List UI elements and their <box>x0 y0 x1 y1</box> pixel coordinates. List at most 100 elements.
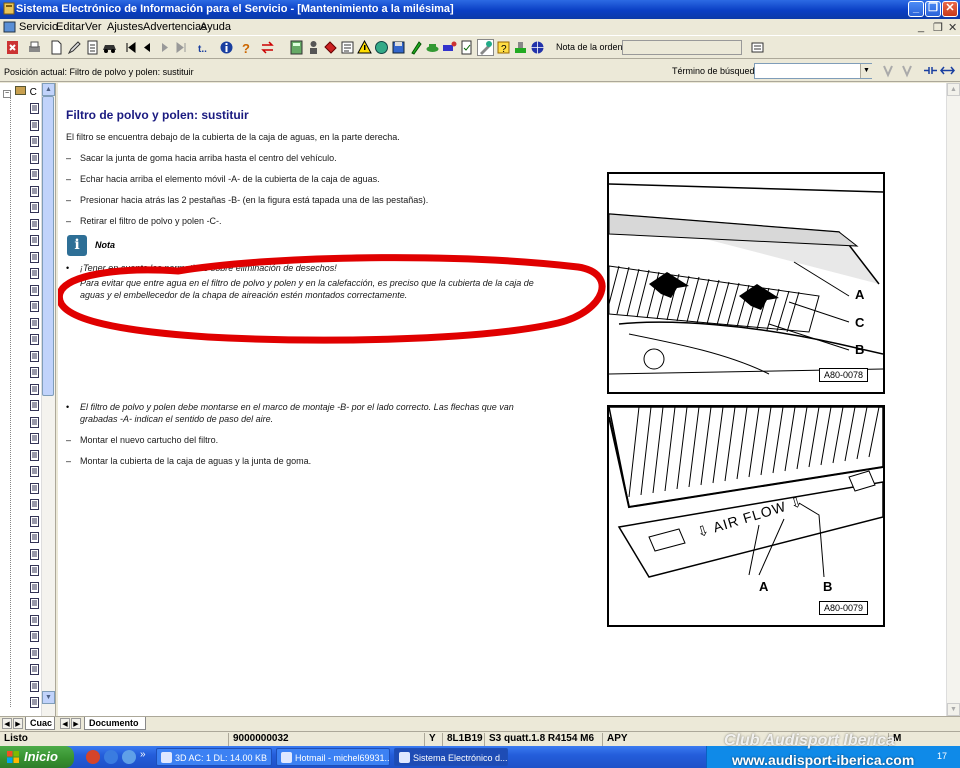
tree-document-icon[interactable] <box>30 350 39 362</box>
tree-document-icon[interactable] <box>30 136 39 147</box>
mdi-restore-button[interactable]: ❐ <box>933 21 943 34</box>
tab-documento[interactable]: Documento <box>84 717 146 730</box>
tree-scroll-up-icon[interactable]: ▲ <box>42 83 55 96</box>
quicklaunch-more-icon[interactable]: » <box>140 749 146 760</box>
tree-root[interactable]: − C <box>3 86 37 98</box>
tree-document-icon[interactable] <box>30 548 39 560</box>
bottle-icon[interactable] <box>407 39 424 56</box>
vehicle-icon[interactable] <box>424 39 441 56</box>
tree-document-icon[interactable] <box>30 565 39 576</box>
tree-document-icon[interactable] <box>30 647 39 659</box>
print-icon[interactable] <box>26 39 43 56</box>
tree-document-icon[interactable] <box>30 416 39 428</box>
tree-document-icon[interactable] <box>30 169 39 180</box>
tree-document-icon[interactable] <box>30 449 39 461</box>
menu-advertencias[interactable]: Advertencias <box>143 21 207 33</box>
disk-icon[interactable] <box>390 39 407 56</box>
tree-document-icon[interactable] <box>30 103 39 114</box>
document-pane[interactable]: Filtro de polvo y polen: sustituir El fi… <box>58 83 946 716</box>
tree-document-icon[interactable] <box>30 284 39 296</box>
minimize-button[interactable]: _ <box>908 1 924 17</box>
menu-ajustes[interactable]: Ajustes <box>107 21 143 33</box>
edit-icon[interactable] <box>66 39 83 56</box>
tree-document-icon[interactable] <box>30 383 39 395</box>
previous-page-icon[interactable] <box>139 39 156 56</box>
mdi-close-button[interactable]: ✕ <box>948 21 957 34</box>
expand-icon[interactable] <box>939 62 956 79</box>
quicklaunch-ie-icon[interactable] <box>104 750 118 764</box>
tree-document-icon[interactable] <box>30 317 39 329</box>
tree-document-icon[interactable] <box>30 515 39 527</box>
tree-document-icon[interactable] <box>30 466 39 477</box>
document-scrollbar[interactable]: ▲ ▼ <box>946 83 960 716</box>
last-page-icon[interactable] <box>173 39 190 56</box>
new-document-icon[interactable] <box>48 39 65 56</box>
form-icon[interactable] <box>339 39 356 56</box>
task-elsa[interactable]: Sistema Electrónico d... <box>394 748 508 766</box>
tools-icon[interactable] <box>477 39 494 56</box>
tree-document-icon[interactable] <box>30 185 39 197</box>
collapse-icon[interactable] <box>922 62 939 79</box>
search-back-icon[interactable] <box>880 62 897 79</box>
checklist-icon[interactable] <box>458 39 475 56</box>
menu-ayuda[interactable]: Ayuda <box>200 21 231 33</box>
tree-document-icon[interactable] <box>30 301 39 312</box>
tree-document-icon[interactable] <box>30 367 39 378</box>
tree-document-icon[interactable] <box>30 680 39 692</box>
globe-icon[interactable] <box>373 39 390 56</box>
tree-document-icon[interactable] <box>30 400 39 411</box>
tree-document-icon[interactable] <box>30 202 39 213</box>
quicklaunch-browser-icon[interactable] <box>86 750 100 764</box>
task-hotmail[interactable]: Hotmail - michel69931... <box>276 748 390 766</box>
first-page-icon[interactable] <box>122 39 139 56</box>
tree-document-icon[interactable] <box>30 119 39 131</box>
calculator-icon[interactable] <box>288 39 305 56</box>
tree-document-icon[interactable] <box>30 152 39 164</box>
warning-icon[interactable] <box>356 39 373 56</box>
tree-document-icon[interactable] <box>30 268 39 279</box>
tree-document-icon[interactable] <box>30 218 39 230</box>
tab-cuac[interactable]: Cuac <box>25 717 55 730</box>
tree-document-icon[interactable] <box>30 614 39 626</box>
help-icon[interactable]: ? <box>238 39 255 56</box>
close-button[interactable]: ✕ <box>942 1 958 17</box>
tree-document-icon[interactable] <box>30 598 39 609</box>
tab-scroll-left-icon[interactable]: ◀ <box>2 718 12 729</box>
tree-document-icon[interactable] <box>30 697 39 708</box>
start-button[interactable]: Inicio <box>0 746 74 768</box>
search-input[interactable] <box>754 63 872 79</box>
book-icon[interactable] <box>322 39 339 56</box>
tree-scroll-down-icon[interactable]: ▼ <box>42 691 55 704</box>
navigation-tree[interactable]: − C ▲ ▼ <box>0 83 56 716</box>
restore-button[interactable]: ❐ <box>925 1 941 17</box>
hint-icon[interactable]: ? <box>495 39 512 56</box>
tree-document-icon[interactable] <box>30 482 39 494</box>
tree-document-icon[interactable] <box>30 499 39 510</box>
doc-scroll-down-icon[interactable]: ▼ <box>947 703 960 716</box>
menu-ver[interactable]: Ver <box>85 21 102 33</box>
document-icon[interactable] <box>84 39 101 56</box>
doc-tab-scroll-left-icon[interactable]: ◀ <box>60 718 70 729</box>
tree-document-icon[interactable] <box>30 433 39 444</box>
diagnosis-icon[interactable] <box>441 39 458 56</box>
app-menu-icon[interactable] <box>3 21 16 33</box>
tree-document-icon[interactable] <box>30 664 39 675</box>
tree-document-icon[interactable] <box>30 251 39 263</box>
tree-scroll-thumb[interactable] <box>42 96 54 396</box>
search-forward-icon[interactable] <box>899 62 916 79</box>
jump-icon[interactable]: t.. <box>195 39 212 56</box>
lift-icon[interactable] <box>512 39 529 56</box>
tree-document-icon[interactable] <box>30 631 39 642</box>
info-icon[interactable] <box>218 39 235 56</box>
order-icon[interactable] <box>749 39 766 56</box>
tree-document-icon[interactable] <box>30 532 39 543</box>
exit-icon[interactable] <box>4 39 21 56</box>
tree-document-icon[interactable] <box>30 334 39 345</box>
swap-icon[interactable] <box>259 39 276 56</box>
menu-servicio[interactable]: Servicio <box>19 21 58 33</box>
next-page-icon[interactable] <box>156 39 173 56</box>
search-dropdown-icon[interactable]: ▼ <box>860 64 872 78</box>
tree-document-icon[interactable] <box>30 235 39 246</box>
person-icon[interactable] <box>305 39 322 56</box>
tab-scroll-right-icon[interactable]: ▶ <box>13 718 23 729</box>
